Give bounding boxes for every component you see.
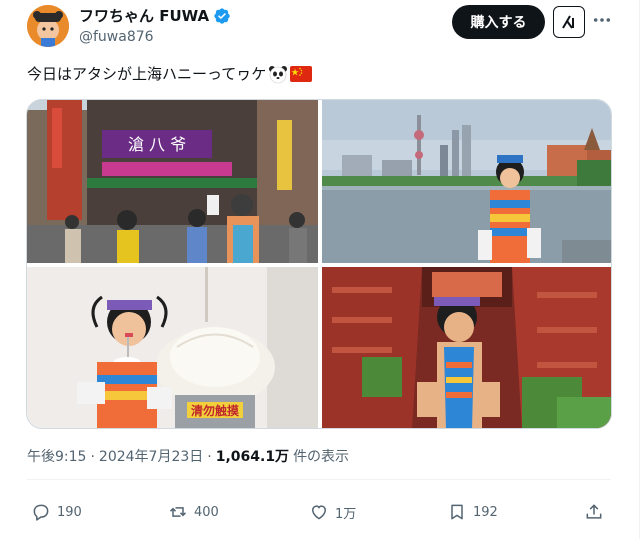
- divider: [27, 479, 611, 480]
- action-bar: 190 400 1万 192: [27, 497, 612, 527]
- bookmark-icon: [451, 504, 463, 520]
- media-grid: 滄 八 爷 清勿触摸: [26, 99, 612, 429]
- like-count: 1万: [335, 506, 357, 522]
- photo-4[interactable]: [322, 267, 611, 428]
- post-date[interactable]: 2024年7月23日: [99, 447, 203, 467]
- author-handle[interactable]: @fuwa876: [79, 28, 154, 46]
- meta-separator: ·: [90, 449, 95, 465]
- post-time[interactable]: 午後9:15: [27, 447, 86, 467]
- display-name[interactable]: フワちゃん FUWA: [79, 6, 209, 26]
- meta-separator: ·: [207, 449, 212, 465]
- heart-icon: [312, 505, 326, 520]
- verified-badge-icon: [214, 8, 230, 24]
- reply-button[interactable]: 190: [31, 497, 82, 527]
- china-flag-emoji-icon: [290, 66, 313, 82]
- view-count: 1,064.1万: [215, 449, 290, 465]
- photo-3[interactable]: 清勿触摸: [27, 267, 318, 428]
- photo-2[interactable]: [322, 100, 611, 263]
- panda-emoji-icon: [269, 66, 288, 84]
- more-icon: [593, 18, 611, 22]
- reply-count: 190: [57, 504, 82, 520]
- photo-1[interactable]: 滄 八 爷: [27, 100, 318, 263]
- retweet-button[interactable]: 400: [168, 497, 219, 527]
- tweet-card: フワちゃん FUWA @fuwa876 購入する 今日はアタシが上海ハニーってヮ…: [0, 0, 640, 539]
- share-icon: [586, 504, 602, 519]
- buy-button[interactable]: 購入する: [452, 5, 545, 39]
- reply-icon: [33, 504, 49, 521]
- bookmark-button[interactable]: 192: [447, 497, 498, 527]
- retweet-count: 400: [194, 504, 219, 520]
- view-label: 件の表示: [293, 449, 350, 465]
- grok-icon: [562, 15, 574, 29]
- avatar[interactable]: [27, 5, 69, 47]
- like-button[interactable]: 1万: [309, 497, 356, 527]
- bookmark-count: 192: [473, 504, 498, 520]
- author-name-row[interactable]: フワちゃん FUWA: [79, 6, 231, 26]
- tweet-body: 今日はアタシが上海ハニーってヮケ: [27, 65, 267, 83]
- tweet-meta: 午後9:15 · 2024年7月23日 · 1,064.1万 件の表示: [27, 447, 349, 467]
- sign-text-2: 清勿触摸: [191, 403, 240, 418]
- tweet-text: 今日はアタシが上海ハニーってヮケ: [27, 63, 313, 85]
- more-options-button[interactable]: [592, 10, 612, 30]
- retweet-icon: [169, 507, 187, 517]
- sign-text-1: 滄 八 爷: [128, 135, 186, 154]
- grok-button[interactable]: [553, 6, 585, 38]
- share-button[interactable]: [584, 497, 604, 527]
